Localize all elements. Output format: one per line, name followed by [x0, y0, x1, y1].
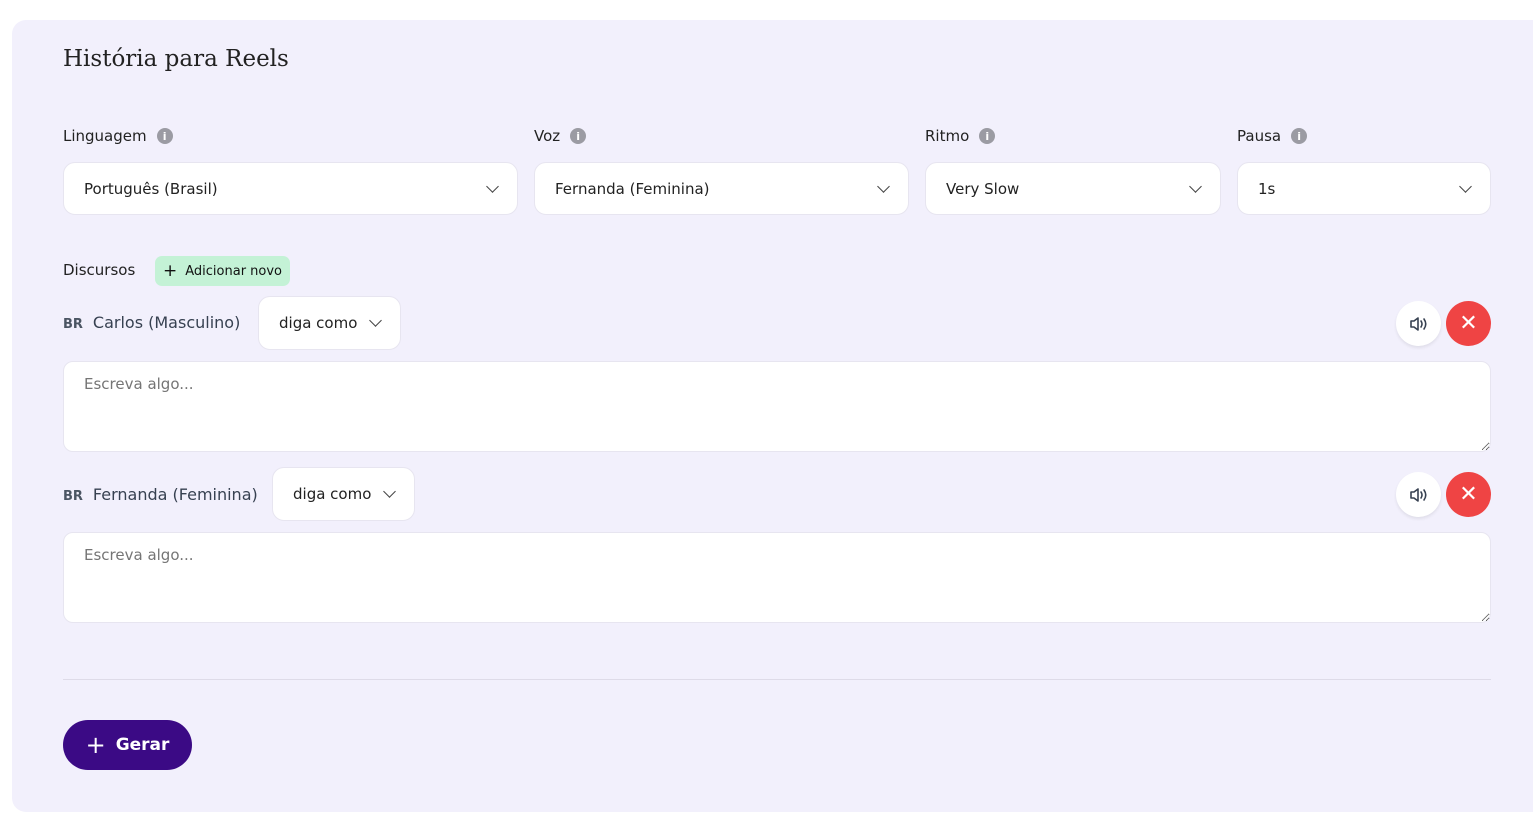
select-value: Fernanda (Feminina)	[555, 179, 710, 198]
info-icon[interactable]: i	[156, 128, 173, 144]
speech-text-input[interactable]	[63, 532, 1491, 623]
select-value: 1s	[1258, 179, 1276, 198]
play-audio-button[interactable]	[1396, 301, 1441, 346]
chevron-down-icon	[1459, 179, 1472, 193]
play-audio-button[interactable]	[1396, 472, 1441, 517]
select-value: Português (Brasil)	[84, 179, 218, 198]
speeches-label: Discursos	[63, 261, 136, 279]
rhythm-label: Ritmo i	[925, 127, 996, 145]
button-label: Adicionar novo	[185, 263, 283, 279]
style-select[interactable]: diga como	[272, 467, 416, 521]
speaker-icon	[1409, 316, 1427, 331]
speaker-name: BR Fernanda (Feminina)	[63, 485, 258, 504]
speaker-icon	[1409, 487, 1427, 502]
info-icon[interactable]: i	[570, 128, 587, 144]
voice-label: Voz i	[534, 127, 587, 145]
label-text: Voz	[534, 127, 561, 145]
label-text: Pausa	[1237, 127, 1282, 145]
language-select[interactable]: Português (Brasil)	[63, 162, 518, 215]
close-icon: ✕	[1459, 311, 1478, 336]
info-icon[interactable]: i	[979, 128, 996, 144]
page-title: História para Reels	[63, 46, 289, 72]
voice-name: Fernanda (Feminina)	[92, 485, 258, 504]
chevron-down-icon	[877, 179, 890, 193]
rhythm-select[interactable]: Very Slow	[925, 162, 1221, 215]
button-label: Gerar	[115, 735, 170, 755]
info-icon[interactable]: i	[1291, 128, 1308, 144]
select-value: Very Slow	[946, 179, 1020, 198]
voice-select[interactable]: Fernanda (Feminina)	[534, 162, 909, 215]
select-value: diga como	[293, 485, 372, 503]
label-text: Linguagem	[63, 127, 147, 145]
pause-label: Pausa i	[1237, 127, 1308, 145]
delete-speech-button[interactable]: ✕	[1446, 301, 1491, 346]
speech-text-input[interactable]	[63, 361, 1491, 452]
chevron-down-icon	[1189, 179, 1202, 193]
chevron-down-icon	[486, 179, 499, 193]
language-label: Linguagem i	[63, 127, 173, 145]
divider	[63, 679, 1491, 680]
style-select[interactable]: diga como	[258, 296, 402, 350]
delete-speech-button[interactable]: ✕	[1446, 472, 1491, 517]
label-text: Ritmo	[925, 127, 970, 145]
add-speech-button[interactable]: + Adicionar novo	[155, 256, 291, 286]
voice-name: Carlos (Masculino)	[92, 313, 241, 332]
chevron-down-icon	[383, 485, 397, 498]
close-icon: ✕	[1459, 482, 1478, 507]
plus-icon: +	[163, 261, 178, 281]
generate-button[interactable]: + Gerar	[63, 720, 192, 770]
select-value: diga como	[279, 314, 358, 332]
pause-select[interactable]: 1s	[1237, 162, 1491, 215]
plus-icon: +	[85, 731, 106, 759]
flag-code: BR	[63, 489, 83, 504]
chevron-down-icon	[369, 314, 383, 327]
speaker-name: BR Carlos (Masculino)	[63, 313, 240, 332]
flag-code: BR	[63, 317, 83, 332]
